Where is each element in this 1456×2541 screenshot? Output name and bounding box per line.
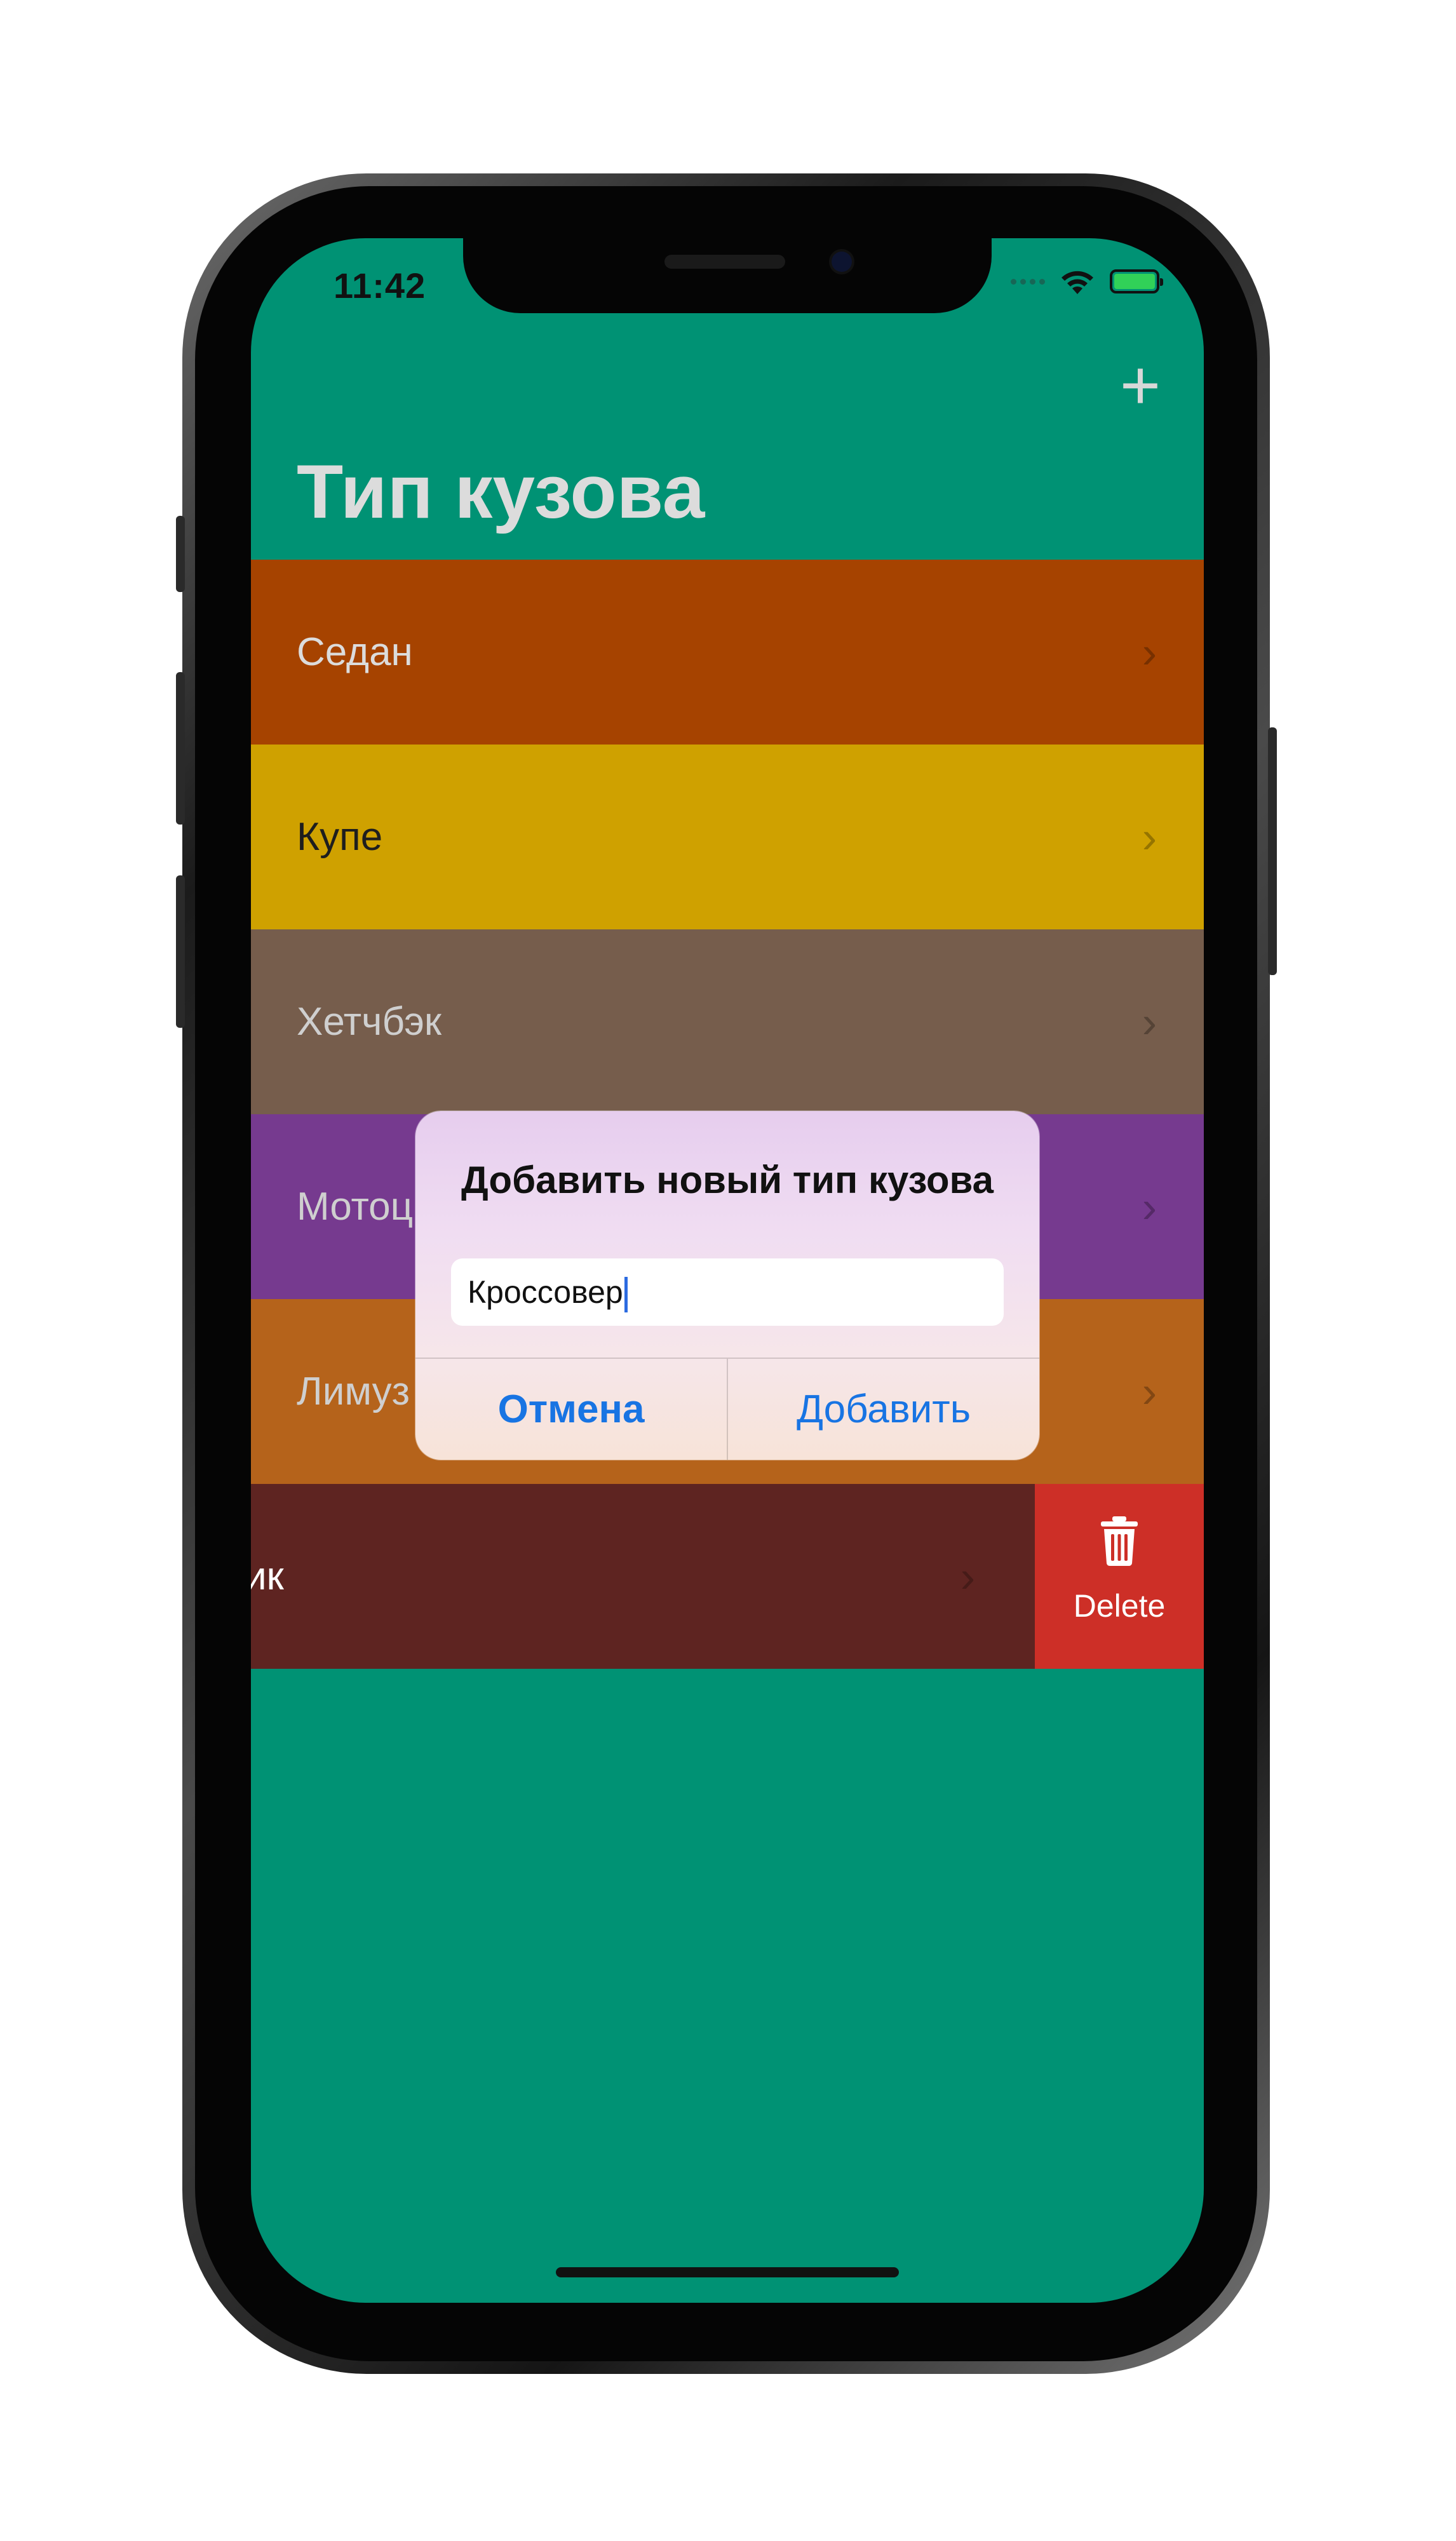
add-body-type-alert: Добавить новый тип кузова Кроссовер Отме… (415, 1111, 1039, 1460)
home-indicator[interactable] (556, 2267, 899, 2277)
delete-label: Delete (1073, 1587, 1166, 1624)
list-item-label: Лимуз (297, 1370, 410, 1413)
list-item[interactable]: Седан › (251, 560, 1204, 745)
power-button (1268, 727, 1277, 975)
body-type-input[interactable]: Кроссовер (451, 1258, 1004, 1326)
chevron-right-icon: › (1142, 1182, 1157, 1232)
list-item-label: Купе (297, 815, 383, 859)
screen: 11:42 + Тип кузова Седан › Купе › Хетчбэ… (251, 238, 1204, 2303)
list-item-label: Хетчбэк (297, 1000, 442, 1044)
signal-icon (1011, 278, 1045, 285)
front-camera (832, 252, 852, 272)
notch (463, 238, 992, 313)
trash-icon (1101, 1516, 1138, 1566)
list-item-label: ик (251, 1554, 284, 1598)
text-caret (624, 1276, 628, 1312)
list-item-label: Мотоц (297, 1185, 414, 1229)
speaker-grille (664, 255, 785, 269)
add-confirm-button[interactable]: Добавить (728, 1359, 1039, 1460)
cancel-button[interactable]: Отмена (415, 1359, 727, 1460)
status-icons (1011, 267, 1163, 295)
add-button[interactable]: + (1115, 351, 1166, 421)
chevron-right-icon: › (1142, 627, 1157, 677)
list-item[interactable]: Купе › (251, 745, 1204, 929)
chevron-right-icon: › (960, 1551, 975, 1601)
list-item-swiped[interactable]: ик › Delete (251, 1484, 1204, 1669)
body-type-input-value: Кроссовер (468, 1274, 623, 1310)
volume-up-button (176, 672, 185, 825)
list-item[interactable]: Хетчбэк › (251, 929, 1204, 1114)
volume-down-button (176, 875, 185, 1028)
alert-title: Добавить новый тип кузова (461, 1159, 994, 1201)
page-title: Тип кузова (297, 449, 705, 534)
status-time: 11:42 (334, 266, 426, 306)
wifi-icon (1062, 271, 1093, 294)
chevron-right-icon: › (1142, 1366, 1157, 1417)
delete-button[interactable]: Delete (1035, 1484, 1204, 1669)
chevron-right-icon: › (1142, 812, 1157, 862)
chevron-right-icon: › (1142, 997, 1157, 1047)
mute-switch (176, 516, 185, 592)
list-item-label: Седан (297, 630, 413, 674)
battery-icon (1110, 269, 1163, 293)
